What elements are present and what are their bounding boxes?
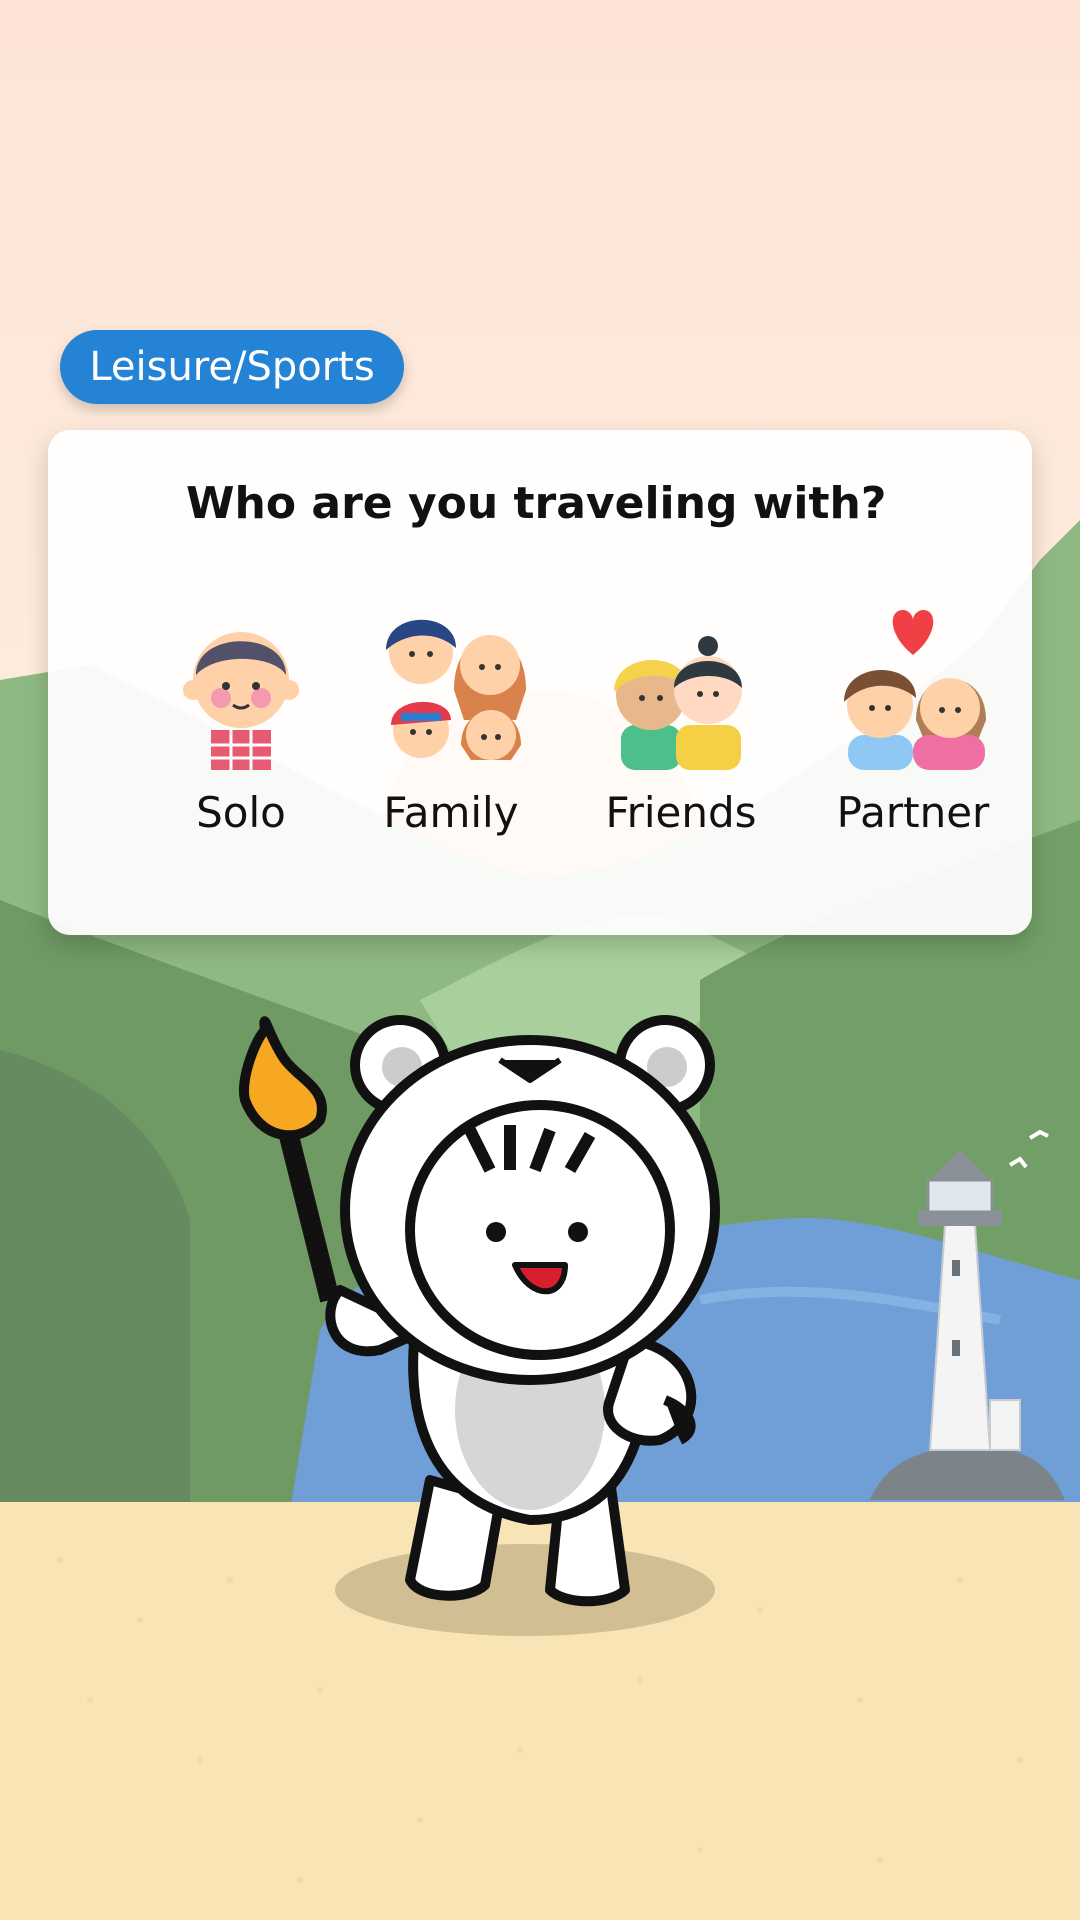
family-icon: [386, 619, 526, 760]
option-family-label: Family: [383, 788, 519, 837]
partner-couple-icon: [844, 610, 986, 770]
option-partner[interactable]: Partner: [813, 610, 1013, 850]
friends-icon: [614, 636, 742, 770]
heart-icon: [892, 610, 934, 655]
option-solo[interactable]: Solo: [141, 610, 341, 850]
question-title: Who are you traveling with?: [186, 478, 887, 529]
option-friends-label: Friends: [605, 788, 757, 837]
option-solo-label: Solo: [196, 788, 286, 837]
solo-person-icon: [183, 632, 299, 770]
category-badge: Leisure/Sports: [60, 330, 404, 404]
question-card: Who are you traveling with? Solo Family …: [48, 430, 1032, 935]
option-family[interactable]: Family: [351, 610, 551, 850]
option-partner-label: Partner: [836, 788, 990, 837]
background-scene: [0, 0, 1080, 1920]
option-friends[interactable]: Friends: [581, 610, 781, 850]
